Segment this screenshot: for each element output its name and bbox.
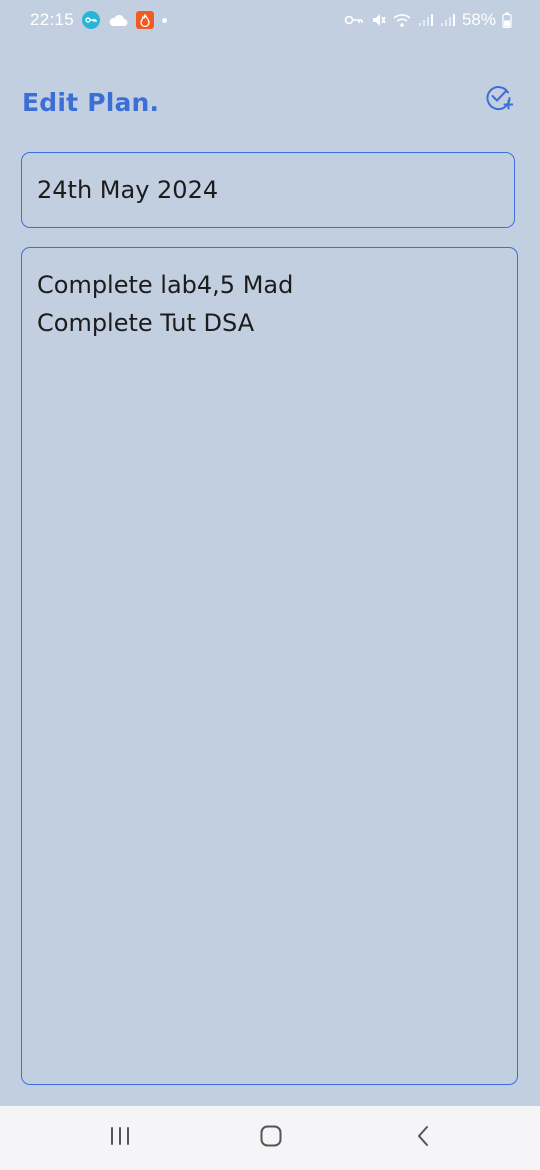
key-icon	[344, 14, 364, 26]
mute-icon	[370, 12, 386, 28]
flame-app-icon	[136, 11, 155, 29]
battery-percentage: 58%	[461, 10, 496, 29]
notes-line: Complete lab4,5 Mad	[37, 271, 294, 299]
vpn-key-icon	[82, 11, 101, 29]
page-title: Edit Plan.	[22, 88, 160, 117]
save-plan-button[interactable]	[482, 82, 516, 116]
home-icon	[259, 1124, 283, 1152]
back-icon	[415, 1124, 431, 1152]
notes-line: Complete Tut DSA	[37, 309, 255, 337]
notification-dot-icon	[162, 17, 168, 23]
battery-icon	[502, 12, 512, 28]
signal-icon	[440, 13, 456, 27]
wifi-icon	[392, 12, 412, 28]
status-left: 22:15	[30, 10, 168, 30]
home-button[interactable]	[251, 1120, 291, 1156]
status-time: 22:15	[30, 10, 75, 29]
status-bar: 22:15 58%	[0, 0, 540, 42]
plan-notes-textarea[interactable]: Complete lab4,5 Mad Complete Tut DSA	[21, 247, 518, 1085]
date-input-value: 24th May 2024	[37, 176, 219, 204]
back-button[interactable]	[403, 1120, 443, 1156]
cloud-icon	[108, 13, 128, 27]
recents-button[interactable]	[100, 1120, 140, 1156]
check-circle-add-icon	[485, 83, 514, 115]
system-nav-bar	[0, 1106, 540, 1170]
signal-icon	[418, 13, 434, 27]
recents-icon	[109, 1126, 131, 1150]
date-input[interactable]: 24th May 2024	[21, 152, 515, 228]
status-right: 58%	[344, 10, 512, 30]
